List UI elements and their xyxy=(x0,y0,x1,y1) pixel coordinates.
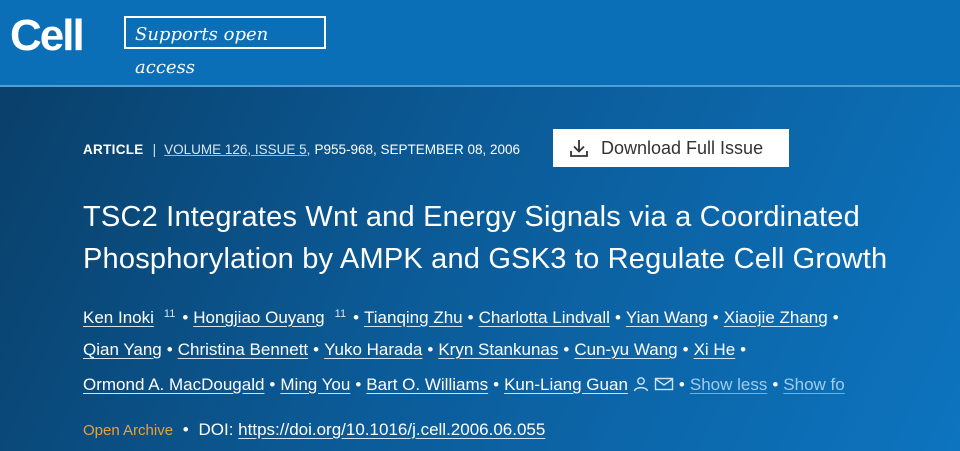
author-link[interactable]: Christina Bennett xyxy=(178,340,308,359)
author-line-3: Ormond A. MacDougald • Ming You • Bart O. Wi… xyxy=(83,367,960,402)
author-link[interactable]: Kun-Liang Guan xyxy=(504,375,628,394)
pages-date: P955-968, SEPTEMBER 08, 2006 xyxy=(314,141,521,157)
author-link[interactable]: Cun-yu Wang xyxy=(574,340,677,359)
title-line-1: TSC2 Integrates Wnt and Energy Signals v… xyxy=(83,201,860,233)
author-link[interactable]: Qian Yang xyxy=(83,340,162,359)
cell-logo[interactable]: Cell xyxy=(10,11,85,61)
article-footer: Open Archive • DOI: https://doi.org/10.1… xyxy=(83,420,546,439)
open-access-badge[interactable]: Supports open access xyxy=(124,16,326,78)
footnote-mark[interactable]: 11 xyxy=(335,308,346,320)
open-archive-label[interactable]: Open Archive xyxy=(83,422,173,439)
author-link[interactable]: Ming You xyxy=(280,375,350,394)
journal-header: Cell Supports open access xyxy=(0,0,960,87)
author-link[interactable]: Ken Inoki xyxy=(83,308,154,327)
volume-issue-link[interactable]: VOLUME 126, ISSUE 5, xyxy=(164,142,310,157)
doi-link[interactable]: https://doi.org/10.1016/j.cell.2006.06.0… xyxy=(238,420,545,439)
author-link[interactable]: Xi He xyxy=(694,340,736,359)
author-link[interactable]: Bart O. Williams xyxy=(366,375,488,394)
download-label: Download Full Issue xyxy=(601,137,764,158)
show-less-link[interactable]: Show less xyxy=(690,375,767,394)
author-link[interactable]: Kryn Stankunas xyxy=(438,340,558,359)
person-icon[interactable] xyxy=(632,369,650,404)
article-meta: ARTICLE | VOLUME 126, ISSUE 5, P955-968,… xyxy=(83,137,520,161)
author-line-1: Ken Inoki 11 • Hongjiao Ouyang 11 • Tianqing Z… xyxy=(83,308,839,327)
title-line-2: Phosphorylation by AMPK and GSK3 to Regu… xyxy=(83,243,888,275)
author-link[interactable]: Yian Wang xyxy=(626,308,708,327)
author-link[interactable]: Yuko Harada xyxy=(324,340,422,359)
article-type: ARTICLE xyxy=(83,141,144,157)
article-title: TSC2 Integrates Wnt and Energy Signals v… xyxy=(83,196,953,280)
author-link[interactable]: Hongjiao Ouyang xyxy=(193,308,324,327)
show-footnotes-link[interactable]: Show fo xyxy=(783,375,844,394)
author-line-2: Qian Yang • Christina Bennett • Yuko Harada •… xyxy=(83,340,747,359)
doi-label: DOI: xyxy=(198,420,234,439)
meta-separator: | xyxy=(152,141,157,157)
author-link[interactable]: Tianqing Zhu xyxy=(364,308,463,327)
envelope-icon[interactable] xyxy=(654,369,674,404)
footnote-mark[interactable]: 11 xyxy=(164,308,175,320)
author-link[interactable]: Ormond A. MacDougald xyxy=(83,375,264,394)
download-full-issue-button[interactable]: Download Full Issue xyxy=(553,129,789,167)
download-icon xyxy=(569,138,589,158)
author-list: Ken Inoki 11 • Hongjiao Ouyang 11 • Tianqing Z… xyxy=(83,297,960,402)
author-link[interactable]: Xiaojie Zhang xyxy=(724,308,828,327)
author-link[interactable]: Charlotta Lindvall xyxy=(479,308,610,327)
